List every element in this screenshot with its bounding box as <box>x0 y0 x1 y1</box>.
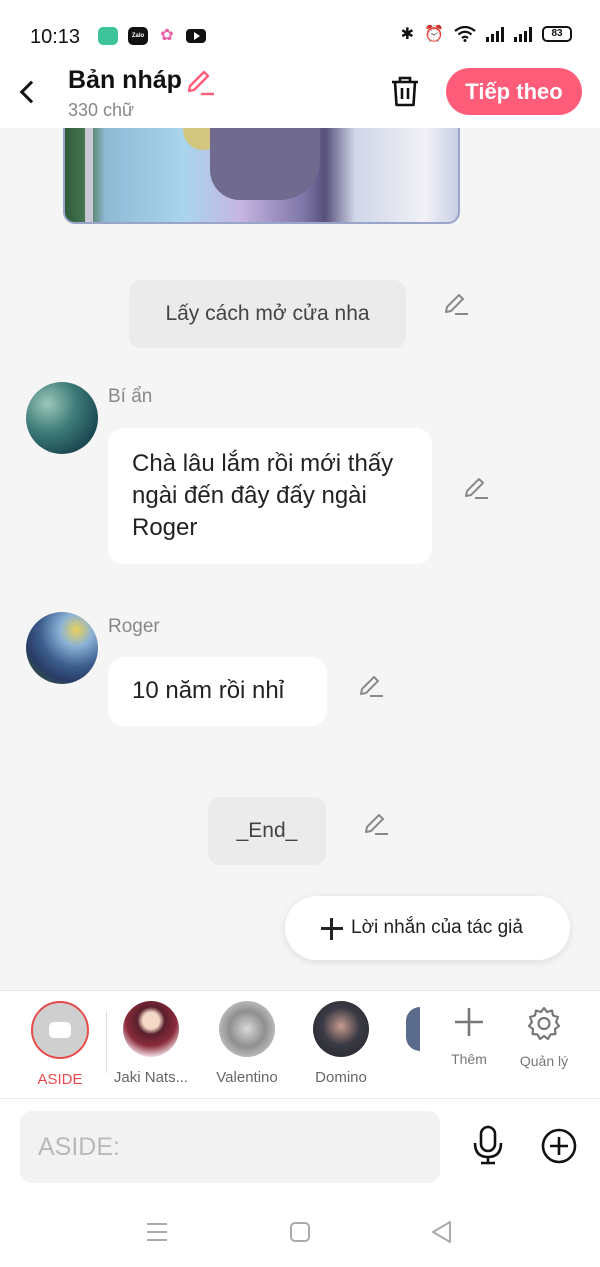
image-figure <box>210 128 320 200</box>
microphone-icon[interactable] <box>470 1125 506 1165</box>
character-label: Domino <box>315 1069 367 1086</box>
character-partial-avatar[interactable] <box>406 1007 420 1051</box>
manage-characters-button[interactable]: Quản lý <box>512 1005 576 1069</box>
battery-indicator: 83 <box>542 26 572 42</box>
word-count: 330 chữ <box>68 100 135 120</box>
aside-avatar <box>31 1001 89 1059</box>
back-nav-icon[interactable] <box>428 1218 456 1246</box>
character-label: ASIDE <box>37 1071 83 1088</box>
edit-icon[interactable] <box>462 472 490 500</box>
character-aside[interactable]: ASIDE <box>15 1001 105 1088</box>
status-indicators: ✱ ⏰ 83 <box>401 24 572 44</box>
page-title: Bản nháp <box>68 66 182 94</box>
narration-bubble[interactable]: Lấy cách mở cửa nha <box>129 280 406 348</box>
message-input[interactable] <box>20 1111 440 1183</box>
avatar <box>219 1001 275 1057</box>
character-label: Jaki Nats... <box>113 1069 189 1086</box>
messages-app-icon <box>98 27 118 45</box>
character-valentino[interactable]: Valentino <box>202 1001 292 1086</box>
character-name: Bí ẩn <box>108 386 153 407</box>
add-attachment-icon[interactable] <box>540 1127 578 1165</box>
gear-icon <box>527 1006 561 1041</box>
add-character-button[interactable]: Thêm <box>437 1005 501 1067</box>
avatar-roger[interactable] <box>26 612 98 684</box>
character-bar: ASIDE Jaki Nats... Valentino Domino Thêm… <box>0 990 600 1098</box>
message-bubble[interactable]: 10 năm rồi nhỉ <box>108 657 327 726</box>
manage-label: Quản lý <box>519 1053 569 1069</box>
signal-icon <box>486 26 504 42</box>
avatar <box>313 1001 369 1057</box>
edit-icon[interactable] <box>357 670 385 698</box>
edit-title-icon[interactable] <box>184 64 216 96</box>
plus-icon <box>321 918 343 940</box>
plus-icon <box>455 1008 483 1036</box>
character-label: Valentino <box>216 1069 278 1086</box>
edit-icon[interactable] <box>362 808 390 836</box>
character-domino[interactable]: Domino <box>296 1001 386 1086</box>
photos-app-icon: ✿ <box>160 27 174 44</box>
status-bar: 10:13 Zalo ✿ ✱ ⏰ 83 <box>0 0 600 60</box>
status-time: 10:13 <box>30 26 81 48</box>
zalo-app-icon: Zalo <box>128 27 148 45</box>
character-jaki[interactable]: Jaki Nats... <box>107 1001 195 1086</box>
narration-bubble[interactable]: _End_ <box>208 797 326 865</box>
bluetooth-icon: ✱ <box>400 26 415 43</box>
navigation-bar <box>0 1198 600 1267</box>
story-image[interactable] <box>63 128 460 224</box>
wifi-icon <box>454 26 476 42</box>
chat-area[interactable]: Lấy cách mở cửa nha Bí ẩn Chà lâu lắm rồ… <box>0 128 600 990</box>
alarm-icon: ⏰ <box>424 26 444 43</box>
author-message-button[interactable]: Lời nhắn của tác giả <box>285 896 570 960</box>
avatar-bi-an[interactable] <box>26 382 98 454</box>
app-header: Bản nháp 330 chữ Tiếp theo <box>0 60 600 128</box>
add-label: Thêm <box>451 1051 487 1067</box>
message-bubble[interactable]: Chà lâu lắm rồi mới thấy ngài đến đây đấ… <box>108 428 432 564</box>
image-window-frame <box>85 128 93 222</box>
next-button[interactable]: Tiếp theo <box>446 68 582 115</box>
character-name: Roger <box>108 616 160 637</box>
back-button[interactable] <box>14 74 42 108</box>
signal-icon-2 <box>514 26 532 42</box>
youtube-app-icon <box>186 29 206 43</box>
author-message-label: Lời nhắn của tác giả <box>351 917 523 938</box>
edit-icon[interactable] <box>442 288 470 316</box>
avatar <box>123 1001 179 1057</box>
input-area <box>0 1098 600 1198</box>
home-icon[interactable] <box>286 1218 314 1246</box>
menu-icon[interactable] <box>143 1218 171 1246</box>
trash-icon[interactable] <box>388 74 422 108</box>
